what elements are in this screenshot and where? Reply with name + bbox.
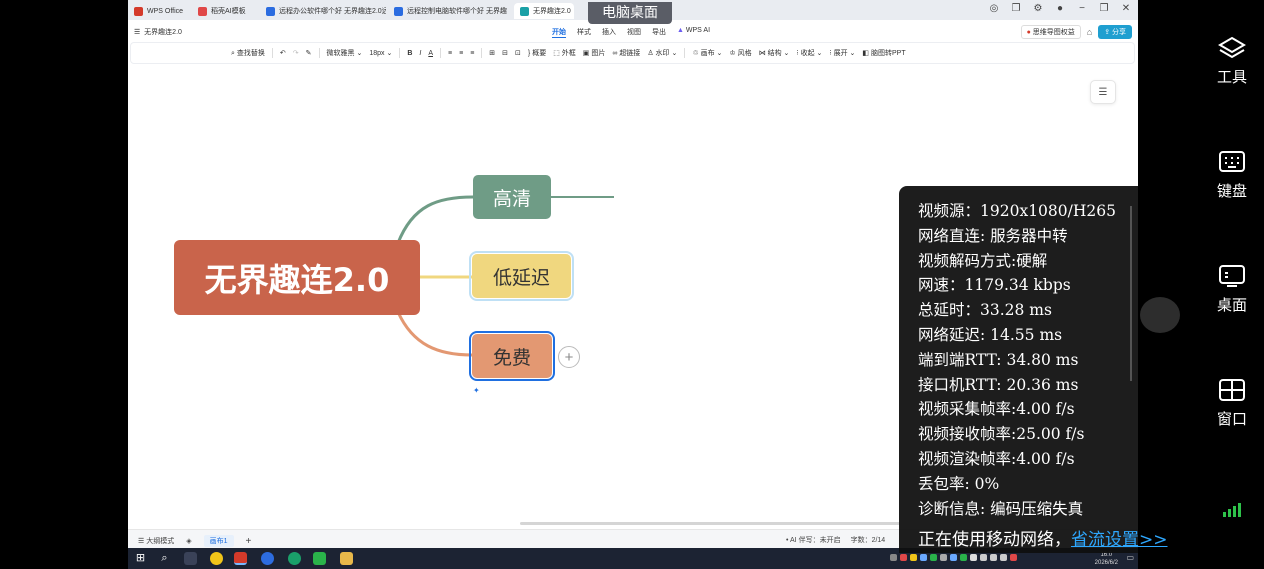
tray-icon[interactable] — [1010, 554, 1017, 561]
ai-companion-status[interactable]: • AI 伴写：未开启 — [786, 535, 841, 545]
ime-icon[interactable] — [1000, 554, 1007, 561]
tray-icon[interactable] — [980, 554, 987, 561]
layers-icon — [1218, 36, 1246, 59]
stat-receive-fps: 视频接收帧率:25.00 f/s — [918, 425, 1085, 444]
remote-control-sidebar: 工具 键盘 桌面 窗口 — [1200, 0, 1264, 569]
outline-mode-button[interactable]: ☰ 大纲模式 — [138, 536, 174, 546]
sheet-label: 画布1 — [209, 538, 228, 545]
file-explorer-icon[interactable] — [340, 552, 353, 565]
stat-diagnostics: 诊断信息: 编码压缩失真 — [918, 499, 1084, 518]
node-label: 低延迟 — [492, 266, 550, 289]
sidebar-window-label: 窗口 — [1216, 410, 1247, 428]
stat-network-route: 网络直连: 服务器中转 — [918, 226, 1068, 245]
app-icon[interactable] — [210, 552, 223, 565]
stat-render-fps: 视频渲染帧率:4.00 f/s — [918, 449, 1075, 468]
mindmap-root-node[interactable]: 无界趣连2.0 — [174, 240, 420, 315]
sidebar-desktop-button[interactable]: 桌面 — [1200, 264, 1264, 315]
data-saver-settings-link[interactable]: 省流设置>> — [1071, 530, 1168, 550]
tray-icon[interactable] — [910, 554, 917, 561]
stat-end-to-end-rtt: 端到端RTT: 34.80 ms — [918, 350, 1079, 369]
add-node-button[interactable]: + — [558, 346, 580, 368]
outline-mode-label: 大纲模式 — [146, 538, 175, 545]
mindmap-node-low-latency[interactable]: 低延迟 — [469, 251, 574, 301]
word-count: 字数：2/14 — [850, 537, 886, 544]
task-view-icon[interactable] — [184, 552, 197, 565]
search-icon[interactable]: ⌕ — [158, 552, 171, 565]
system-tray — [890, 554, 1017, 561]
network-notice: 正在使用移动网络，省流设置>> — [918, 525, 1168, 550]
sheet-tab-canvas1[interactable]: 画布1 — [203, 535, 234, 547]
desktop-label-text: 电脑桌面 — [602, 5, 658, 21]
stat-interface-rtt: 接口机RTT: 20.36 ms — [918, 375, 1079, 394]
stat-capture-fps: 视频采集帧率:4.00 f/s — [918, 400, 1075, 419]
sidebar-tools-label: 工具 — [1216, 68, 1247, 86]
stat-packet-loss: 丢包率: 0% — [918, 474, 1000, 493]
wechat-icon[interactable] — [313, 552, 326, 565]
stat-decode-mode: 视频解码方式:硬解 — [918, 251, 1048, 270]
notification-icon[interactable]: ▭ — [1126, 553, 1134, 562]
signal-strength-icon — [1223, 503, 1241, 517]
tray-icon[interactable] — [890, 554, 897, 561]
floating-mouse-control[interactable] — [1140, 297, 1180, 333]
node-label: 高清 — [492, 187, 531, 210]
mindmap-node-high-def[interactable]: 高清 — [473, 175, 551, 219]
window-grid-icon — [1219, 379, 1245, 401]
stream-stats-overlay: 视频源：1920x1080/H265 网络直连: 服务器中转 视频解码方式:硬解… — [899, 186, 1168, 553]
cursor-icon: ✦ — [473, 386, 480, 395]
chrome-browser-icon[interactable] — [261, 552, 274, 565]
stat-video-source: 视频源：1920x1080/H265 — [918, 202, 1116, 220]
tray-icon[interactable] — [970, 554, 977, 561]
stat-total-latency: 总延时：33.28 ms — [918, 301, 1052, 320]
sidebar-keyboard-button[interactable]: 键盘 — [1200, 150, 1264, 201]
desktop-icon — [1219, 265, 1245, 287]
tray-icon[interactable] — [900, 554, 907, 561]
horizontal-scrollbar[interactable] — [520, 522, 900, 525]
edge-browser-icon[interactable] — [288, 552, 301, 565]
keyboard-icon — [1219, 151, 1245, 172]
tray-icon[interactable] — [920, 554, 927, 561]
network-notice-text: 正在使用移动网络， — [918, 530, 1071, 550]
add-sheet-icon[interactable]: + — [246, 536, 252, 547]
sidebar-desktop-label: 桌面 — [1216, 296, 1247, 314]
connector-free — [396, 311, 473, 357]
connector-high-def — [396, 195, 474, 244]
plus-icon: + — [564, 348, 574, 366]
root-node-label: 无界趣连2.0 — [204, 260, 390, 299]
remote-desktop-label: 电脑桌面 — [588, 2, 672, 24]
stats-scrollbar[interactable] — [1130, 206, 1132, 381]
tray-icon[interactable] — [940, 554, 947, 561]
tray-icon[interactable] — [930, 554, 937, 561]
windows-start-icon[interactable]: ⊞ — [134, 552, 147, 565]
sidebar-window-button[interactable]: 窗口 — [1200, 378, 1264, 429]
stat-network-speed: 网速：1179.34 kbps — [918, 276, 1071, 295]
taskbar-clock[interactable]: 16:0 2026/6/2 — [1095, 551, 1118, 567]
mindmap-node-free[interactable]: 免费 — [469, 331, 555, 381]
sidebar-tools-button[interactable]: 工具 — [1200, 36, 1264, 87]
tray-icon[interactable] — [960, 554, 967, 561]
node-label: 免费 — [492, 346, 531, 369]
ai-status-label: AI 伴写：未开启 — [790, 537, 841, 544]
clock-date: 2026/6/2 — [1094, 560, 1118, 566]
remote-desktop-screen: WPS Office 稻壳AI模板 远程办公软件哪个好 无界趣连2.0远 远程控… — [0, 0, 1264, 569]
tray-icon[interactable] — [950, 554, 957, 561]
volume-icon[interactable] — [990, 554, 997, 561]
stat-network-latency: 网络延迟: 14.55 ms — [918, 325, 1063, 344]
layers-icon[interactable]: ◈ — [186, 537, 191, 545]
wps-taskbar-icon[interactable] — [234, 552, 247, 565]
sidebar-keyboard-label: 键盘 — [1216, 182, 1247, 200]
